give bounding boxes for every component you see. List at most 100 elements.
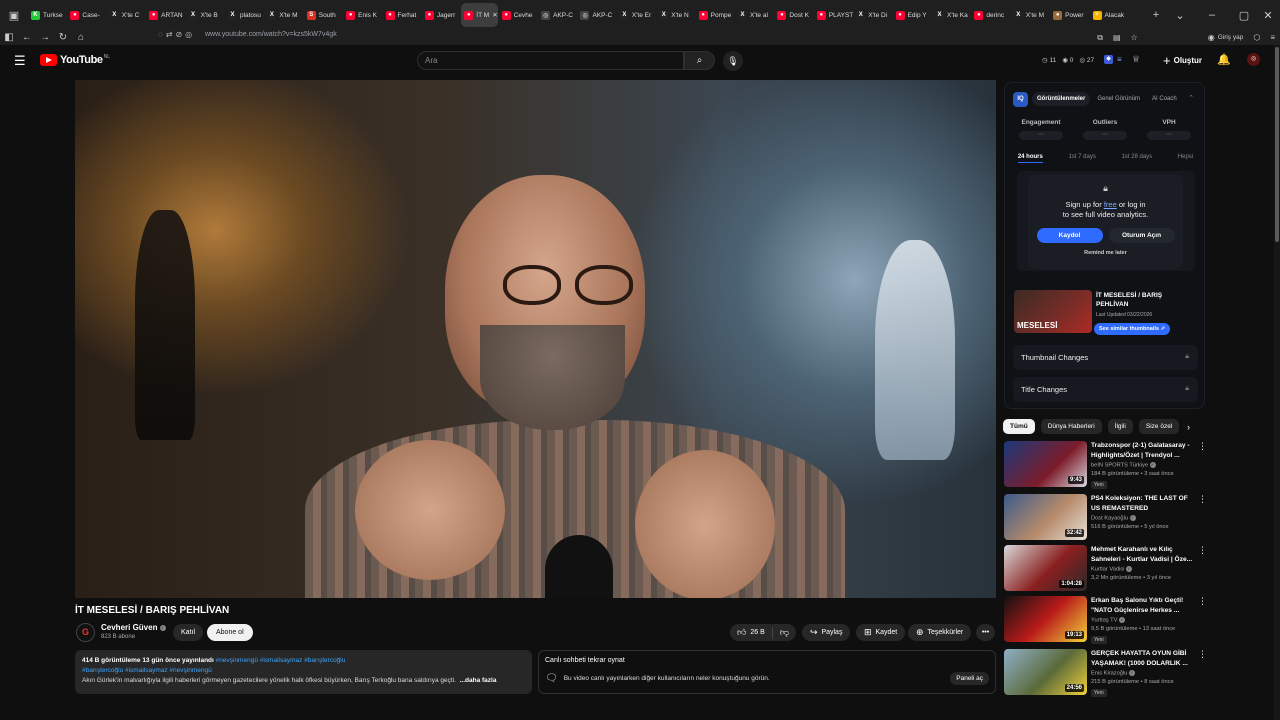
- join-button[interactable]: Katıl: [173, 624, 204, 641]
- video-thumbnail[interactable]: 24:56: [1004, 649, 1087, 695]
- maximize-button[interactable]: ▢: [1232, 9, 1256, 22]
- recommended-video[interactable]: 24:56 GERÇEK HAYATTA OYUN GİBİ YAŞAMAK! (…: [1004, 649, 1207, 697]
- recommended-title[interactable]: PS4 Koleksiyon: THE LAST OF US REMASTERE…: [1091, 494, 1194, 513]
- profile-icon[interactable]: ◉: [1208, 33, 1215, 42]
- remind-later-link[interactable]: Remind me later: [1028, 250, 1183, 256]
- recommended-title[interactable]: Erkan Baş Salonu Yıktı Geçti! "NATO Güçl…: [1091, 596, 1194, 615]
- browser-tab[interactable]: ● Power: [1050, 3, 1089, 27]
- browser-tab[interactable]: X X'te B: [186, 3, 225, 27]
- tab-overview[interactable]: Genel Görünüm: [1092, 92, 1145, 106]
- create-button[interactable]: + Oluştur: [1163, 53, 1202, 68]
- browser-tab[interactable]: ● Enis K: [343, 3, 382, 27]
- bookmark-star-icon[interactable]: ☆: [1131, 33, 1138, 42]
- dislike-button[interactable]: 👎︎: [773, 627, 796, 638]
- trophy-icon[interactable]: ♕: [1132, 54, 1140, 65]
- hamburger-menu-icon[interactable]: ☰: [14, 54, 30, 68]
- recommended-channel[interactable]: beIN SPORTS Türkiye ✓: [1091, 462, 1156, 469]
- extension-icon[interactable]: ◆: [1104, 55, 1113, 64]
- tab-search-icon[interactable]: ⌄: [1168, 9, 1192, 22]
- close-tab-icon[interactable]: ✕: [492, 11, 497, 19]
- browser-tab[interactable]: + Alacak: [1090, 3, 1129, 27]
- browser-tab[interactable]: X X'te C: [107, 3, 146, 27]
- scrollbar-thumb[interactable]: [1275, 47, 1279, 242]
- minimize-button[interactable]: –: [1192, 9, 1232, 21]
- extension-stats[interactable]: ◷ 11 ◉ 0 ◎ 27: [1042, 56, 1094, 64]
- tab-views[interactable]: Görüntülenmeler: [1032, 92, 1091, 106]
- back-button[interactable]: ←: [18, 32, 36, 43]
- more-vertical-icon[interactable]: ⋮: [1198, 649, 1207, 660]
- browser-menu-icon[interactable]: ≡: [1270, 33, 1275, 42]
- recommended-title[interactable]: Mehmet Karahanlı ve Kılıç Sahneleri - Ku…: [1091, 545, 1194, 564]
- chip-for-you[interactable]: Size özel: [1138, 419, 1180, 434]
- range-all[interactable]: Hepsi: [1178, 154, 1193, 163]
- open-panel-button[interactable]: Paneli aç: [950, 672, 989, 685]
- browser-tab[interactable]: Xplatosu: [225, 3, 264, 27]
- tab-ai-coach[interactable]: AI Coach: [1147, 92, 1182, 106]
- range-24h[interactable]: 24 hours: [1017, 154, 1043, 163]
- range-7d[interactable]: 1st 7 days: [1068, 154, 1095, 163]
- recommended-video[interactable]: 9:43 Trabzonspor (2-1) Galatasaray - High…: [1004, 441, 1207, 489]
- voice-search-button[interactable]: 🎙: [723, 51, 743, 71]
- browser-tab[interactable]: ● derinc: [971, 3, 1010, 27]
- list-extension-icon[interactable]: ≡: [1117, 55, 1122, 64]
- collapse-icon[interactable]: ⌃: [1188, 94, 1194, 102]
- browser-tab[interactable]: X X'te M: [1011, 3, 1050, 27]
- browser-tab[interactable]: X X'te M: [264, 3, 303, 27]
- sidebar-toggle-icon[interactable]: ◧: [0, 32, 18, 43]
- window-menu-icon[interactable]: ▣: [0, 0, 28, 30]
- recommended-channel[interactable]: Yurttaş TV ✓: [1091, 617, 1126, 624]
- recommended-channel[interactable]: Enis Kirazoğlu ✓: [1091, 670, 1135, 677]
- video-thumbnail[interactable]: 1:04:28: [1004, 545, 1087, 591]
- recommended-title[interactable]: GERÇEK HAYATTA OYUN GİBİ YAŞAMAK! (1000 …: [1091, 649, 1194, 668]
- url-field[interactable]: www.youtube.com/watch?v=kzs5kW7v4gk: [205, 31, 337, 38]
- close-window-button[interactable]: ✕: [1256, 9, 1280, 22]
- recommended-video[interactable]: 32:42 PS4 Koleksiyon: THE LAST OF US REMA…: [1004, 494, 1207, 542]
- save-button[interactable]: ⊞ Kaydet: [856, 624, 906, 641]
- range-28d[interactable]: 1st 28 days: [1121, 154, 1152, 163]
- recommended-video[interactable]: 19:13 Erkan Baş Salonu Yıktı Geçti! "NATO…: [1004, 596, 1207, 644]
- channel-avatar[interactable]: G: [76, 623, 95, 642]
- login-button[interactable]: Oturum Açın: [1108, 228, 1175, 243]
- search-button[interactable]: ⌕: [684, 51, 715, 70]
- recommended-channel[interactable]: Dost Kayaoğlu ✓: [1091, 515, 1136, 522]
- more-vertical-icon[interactable]: ⋮: [1198, 596, 1207, 607]
- recommended-title[interactable]: Trabzonspor (2-1) Galatasaray - Highligh…: [1091, 441, 1194, 460]
- browser-tab[interactable]: ● Dost K: [774, 3, 813, 27]
- browser-tab[interactable]: ● Pompe: [696, 3, 735, 27]
- extensions-icon[interactable]: ⬡: [1253, 33, 1260, 42]
- account-avatar[interactable]: ◎: [1247, 53, 1260, 66]
- similar-thumbnails-button[interactable]: See similar thumbnails ⇗: [1094, 323, 1171, 335]
- browser-tab[interactable]: ● İT M ✕: [461, 3, 499, 27]
- chevron-right-icon[interactable]: ›: [1187, 422, 1190, 432]
- free-link[interactable]: free: [1104, 200, 1117, 209]
- subscribe-button[interactable]: Abone ol: [207, 624, 253, 641]
- browser-tab[interactable]: ● PLAYST: [814, 3, 853, 27]
- title-changes-row[interactable]: Title Changes 🔒︎: [1013, 377, 1198, 402]
- description-box[interactable]: 414 B görüntüleme 13 gün önce yayınlandı…: [75, 650, 532, 694]
- chip-world-news[interactable]: Dünya Haberleri: [1040, 419, 1102, 434]
- hashtags-1[interactable]: #nevşinmengü #ismailsaymaz #barıştercoğl…: [216, 657, 346, 664]
- recommended-video[interactable]: 1:04:28 Mehmet Karahanlı ve Kılıç Sahnele…: [1004, 545, 1207, 593]
- video-thumbnail[interactable]: 19:13: [1004, 596, 1087, 642]
- browser-tab[interactable]: X X'te Di: [853, 3, 892, 27]
- browser-tab[interactable]: ● Jagerr: [422, 3, 461, 27]
- chip-related[interactable]: İlgili: [1107, 419, 1133, 434]
- like-button[interactable]: 👍︎ 26 B: [730, 626, 773, 639]
- browser-tab[interactable]: ● Ferhat: [383, 3, 422, 27]
- more-vertical-icon[interactable]: ⋮: [1198, 441, 1207, 452]
- more-vertical-icon[interactable]: ⋮: [1198, 545, 1207, 556]
- reader-icon[interactable]: ▤: [1113, 33, 1121, 42]
- search-input[interactable]: Ara: [417, 51, 684, 70]
- browser-tab[interactable]: X X'te Ka: [932, 3, 971, 27]
- forward-button[interactable]: →: [36, 32, 54, 43]
- browser-tab[interactable]: ◎ AKP-C: [538, 3, 577, 27]
- browser-tab[interactable]: X X'te al: [735, 3, 774, 27]
- channel-name[interactable]: Cevheri Güven ✓: [101, 623, 166, 632]
- new-tab-icon[interactable]: +: [1144, 9, 1168, 21]
- more-actions-button[interactable]: •••: [976, 624, 995, 641]
- signup-button[interactable]: Kaydol: [1036, 228, 1103, 243]
- thanks-button[interactable]: ⊕ Teşekkürler: [908, 624, 972, 641]
- browser-tab[interactable]: X X'te N: [656, 3, 695, 27]
- youtube-logo[interactable]: YouTube NL: [40, 54, 110, 66]
- thumbnail-changes-row[interactable]: Thumbnail Changes 🔒︎: [1013, 345, 1198, 370]
